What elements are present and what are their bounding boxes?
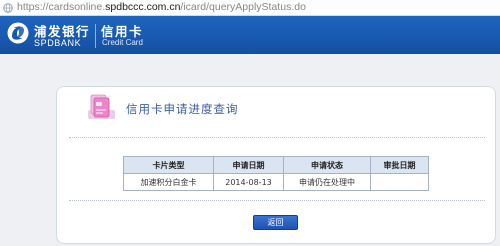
- divider: [69, 137, 485, 138]
- column-header: 申请状态: [283, 156, 371, 174]
- url-domain: spdbccc.com.cn: [105, 1, 181, 13]
- bank-name-en: SPDBANK: [34, 38, 82, 48]
- credit-card-icon: [88, 94, 115, 119]
- panel-title: 信用卡申请进度查询: [126, 102, 239, 116]
- apply-status-cell: 申请仍在处理中: [283, 173, 371, 191]
- column-header: 审批日期: [370, 156, 429, 174]
- header-divider: [95, 24, 96, 48]
- url-prefix: https://cardsonline.: [17, 1, 106, 13]
- address-bar[interactable]: https://cardsonline.spdbccc.com.cn/icard…: [0, 0, 500, 16]
- column-header: 卡片类型: [123, 156, 214, 174]
- url-text[interactable]: https://cardsonline.spdbccc.com.cn/icard…: [17, 1, 306, 13]
- table-header-row: 卡片类型 申请日期 申请状态 审批日期: [123, 156, 429, 174]
- spdb-logo-icon: [7, 22, 29, 44]
- url-path: /icard/queryApplyStatus.do: [180, 1, 306, 13]
- back-button[interactable]: 返回: [253, 215, 298, 230]
- globe-icon: [3, 3, 13, 13]
- site-header: 浦发银行 SPDBANK 信用卡 Credit Card: [0, 16, 500, 54]
- approval-date-cell: [370, 173, 429, 191]
- query-panel: 信用卡申请进度查询 卡片类型 申请日期 申请状态 审批日期 加速积分白金卡 20…: [56, 86, 496, 244]
- table-row: 加速积分白金卡 2014-08-13 申请仍在处理中: [123, 173, 429, 191]
- column-header: 申请日期: [213, 156, 284, 174]
- status-table: 卡片类型 申请日期 申请状态 审批日期 加速积分白金卡 2014-08-13 申…: [123, 156, 429, 191]
- apply-date-cell: 2014-08-13: [213, 173, 284, 191]
- product-name-en: Credit Card: [102, 38, 143, 47]
- divider: [69, 200, 485, 201]
- card-type-cell: 加速积分白金卡: [123, 173, 214, 191]
